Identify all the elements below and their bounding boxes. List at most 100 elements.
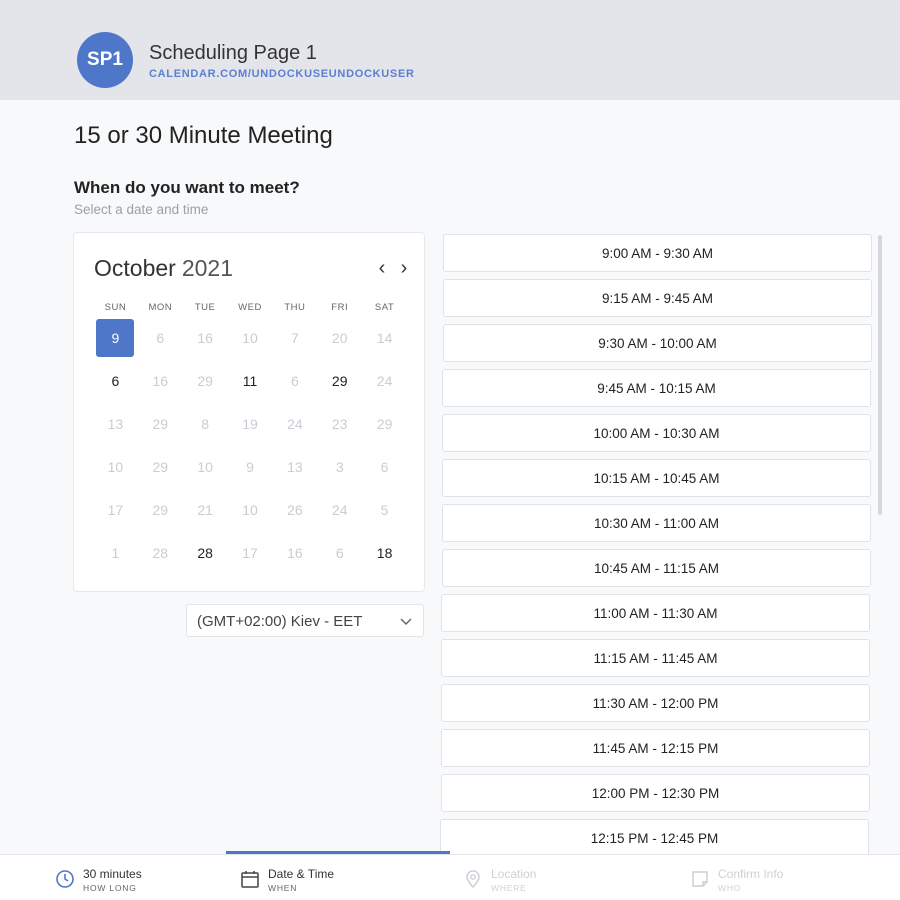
calendar-day: 6 — [317, 531, 362, 574]
calendar-day: 6 — [138, 316, 183, 359]
timezone-value: (GMT+02:00) Kiev - EET — [197, 613, 363, 630]
timezone-select[interactable]: (GMT+02:00) Kiev - EET — [186, 604, 424, 637]
calendar-day: 24 — [362, 359, 407, 402]
calendar-day-number: 28 — [197, 544, 213, 561]
calendar-day-number: 6 — [111, 372, 120, 389]
section-heading: When do you want to meet? — [74, 178, 300, 197]
time-slot-button[interactable]: 12:00 PM - 12:30 PM — [441, 774, 870, 812]
calendar-day: 26 — [272, 488, 317, 531]
time-slot-button[interactable]: 10:45 AM - 11:15 AM — [442, 549, 871, 587]
scheduling-page-name: Scheduling Page 1 — [149, 42, 317, 64]
calendar-day: 5 — [362, 488, 407, 531]
calendar-day: 20 — [317, 316, 362, 359]
calendar-day[interactable]: 6 — [93, 359, 138, 402]
calendar-days-grid: 9 6 16 10 7 20 14 6 16 29 11 6 29 24 13 29 8 19 24 23 29 10 29… — [93, 316, 407, 574]
calendar-day: 29 — [138, 445, 183, 488]
calendar-day[interactable]: 11 — [228, 359, 273, 402]
calendar-day-number: 17 — [107, 501, 124, 518]
calendar-day: 7 — [272, 316, 317, 359]
calendar-month-title: October 2021 — [94, 255, 233, 282]
time-slot-scrollbar[interactable] — [878, 235, 882, 515]
calendar-day[interactable]: 29 — [317, 359, 362, 402]
calendar-day-number: 6 — [156, 329, 165, 346]
calendar-month: October — [94, 255, 176, 281]
calendar-day-number: 6 — [290, 372, 299, 389]
calendar-day-number: 5 — [380, 501, 389, 518]
calendar-day-number: 7 — [290, 329, 299, 346]
calendar-day-number: 16 — [197, 329, 213, 346]
time-slot-button[interactable]: 9:30 AM - 10:00 AM — [443, 324, 872, 362]
time-slot-button[interactable]: 11:30 AM - 12:00 PM — [441, 684, 870, 722]
calendar-day-number: 16 — [287, 544, 303, 561]
calendar-day[interactable]: 18 — [362, 531, 407, 574]
calendar-day-number: 10 — [197, 458, 213, 475]
note-icon — [692, 871, 708, 887]
time-slot-button[interactable]: 11:00 AM - 11:30 AM — [441, 594, 870, 632]
step-sublabel: WHERE — [491, 883, 527, 893]
calendar-day-number: 28 — [152, 544, 169, 561]
step-sublabel: HOW LONG — [83, 883, 137, 893]
calendar-day-number: 8 — [201, 415, 210, 432]
calendar-day: 10 — [93, 445, 138, 488]
calendar-day: 21 — [183, 488, 228, 531]
scheduling-page-url[interactable]: CALENDAR.COM/UNDOCKUSEUNDOCKUSER — [149, 68, 415, 80]
calendar-day-number: 10 — [107, 458, 124, 475]
calendar-day-number: 6 — [335, 544, 344, 561]
time-slot-button[interactable]: 9:00 AM - 9:30 AM — [443, 234, 872, 272]
calendar-day-number: 29 — [152, 501, 169, 518]
calendar-day: 13 — [93, 402, 138, 445]
calendar-day-selected[interactable]: 9 — [93, 316, 138, 359]
page-header: SP1 Scheduling Page 1 CALENDAR.COM/UNDOC… — [0, 0, 900, 100]
meeting-title: 15 or 30 Minute Meeting — [74, 122, 333, 149]
calendar-day: 23 — [317, 402, 362, 445]
weekday-label: MON — [148, 302, 173, 313]
calendar-day-number: 11 — [242, 372, 258, 389]
time-slot-button[interactable]: 10:30 AM - 11:00 AM — [442, 504, 871, 542]
chevron-left-icon[interactable]: ‹ — [374, 258, 390, 279]
calendar-day-number: 9 — [246, 458, 254, 475]
calendar-day: 29 — [362, 402, 407, 445]
step-label: Location — [491, 867, 537, 881]
calendar-day-number: 29 — [376, 415, 393, 432]
calendar-year: 2021 — [181, 255, 233, 281]
calendar-day: 16 — [138, 359, 183, 402]
calendar-day: 17 — [93, 488, 138, 531]
chevron-right-icon[interactable]: › — [396, 258, 412, 279]
calendar-day-number: 13 — [107, 415, 124, 432]
calendar-day-number: 19 — [242, 415, 258, 432]
step-label: Confirm Info — [718, 867, 784, 881]
calendar-day: 19 — [228, 402, 273, 445]
calendar-day-number: 16 — [152, 372, 169, 389]
weekday-label: TUE — [194, 302, 216, 313]
location-pin-icon — [466, 870, 480, 889]
time-slot-button[interactable]: 12:15 PM - 12:45 PM — [440, 819, 869, 854]
calendar-day-number: 13 — [287, 458, 303, 475]
time-slot-button[interactable]: 9:45 AM - 10:15 AM — [442, 369, 871, 407]
calendar-day: 9 — [228, 445, 273, 488]
calendar-day: 16 — [272, 531, 317, 574]
calendar-day-number: 23 — [331, 415, 348, 432]
time-slot-button[interactable]: 11:15 AM - 11:45 AM — [441, 639, 870, 677]
calendar-day: 10 — [183, 445, 228, 488]
calendar-day: 16 — [183, 316, 228, 359]
calendar-day: 17 — [228, 531, 273, 574]
calendar-day-number: 10 — [242, 501, 258, 518]
calendar-day: 8 — [183, 402, 228, 445]
calendar-day-number: 17 — [242, 544, 258, 561]
calendar-day[interactable]: 28 — [183, 531, 228, 574]
time-slot-button[interactable]: 9:15 AM - 9:45 AM — [443, 279, 872, 317]
weekday-header-row: SUN MON TUE WED THU FRI SAT — [93, 302, 407, 313]
weekday-label: SAT — [374, 302, 395, 313]
time-slot-button[interactable]: 10:00 AM - 10:30 AM — [442, 414, 871, 452]
calendar-day: 29 — [138, 402, 183, 445]
calendar-day-number: 29 — [152, 458, 169, 475]
calendar-day-number: 10 — [242, 329, 258, 346]
time-slot-button[interactable]: 11:45 AM - 12:15 PM — [441, 729, 870, 767]
calendar-day: 6 — [272, 359, 317, 402]
calendar-day-number: 14 — [376, 329, 393, 346]
calendar-day-number: 29 — [331, 372, 348, 389]
calendar-icon — [241, 871, 259, 888]
step-label: Date & Time — [268, 867, 335, 881]
time-slot-button[interactable]: 10:15 AM - 10:45 AM — [442, 459, 871, 497]
avatar: SP1 — [77, 32, 133, 88]
